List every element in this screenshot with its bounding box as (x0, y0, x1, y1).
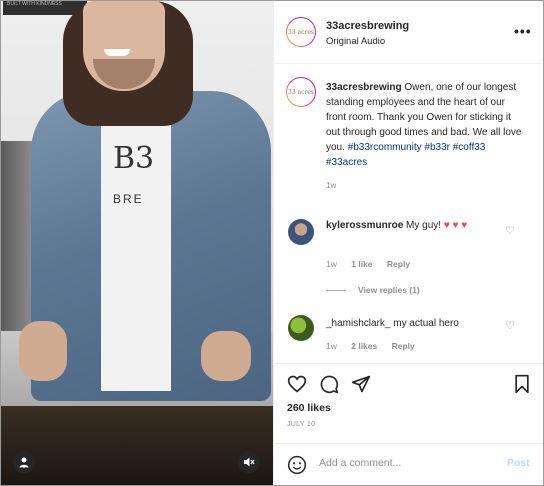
comment-text: My guy! (406, 220, 442, 231)
comment-username[interactable]: kylerossmunroe (326, 220, 403, 231)
view-replies-button[interactable]: View replies (1) (326, 285, 420, 295)
smile (104, 49, 130, 56)
right-hand (201, 331, 251, 381)
left-hand (19, 321, 67, 381)
action-bar: 260 likes JULY 10 Add a comment... Post (274, 363, 543, 485)
heart-emoji: ♥ ♥ ♥ (443, 220, 468, 231)
like-comment-heart-icon[interactable]: ♡ (505, 224, 515, 237)
post-sidebar: 33 acres 33acresbrewing Original Audio •… (273, 1, 543, 485)
commenter-avatar[interactable] (288, 315, 314, 341)
reply-button[interactable]: Reply (387, 259, 410, 269)
comment-bubble-icon[interactable] (319, 374, 339, 394)
shirt-logo: B3 BRE (113, 141, 155, 206)
save-bookmark-icon[interactable] (512, 374, 532, 394)
comment: _hamishclark_ my actual hero (326, 317, 501, 331)
audio-label[interactable]: Original Audio (326, 36, 385, 47)
comment-time[interactable]: 1w (326, 341, 337, 351)
reply-button[interactable]: Reply (392, 341, 415, 351)
author-username[interactable]: 33acresbrewing (326, 20, 409, 32)
comment-meta: 1w 2 likes Reply (326, 341, 427, 351)
view-replies-label: View replies (1) (358, 285, 420, 295)
tagged-user-button[interactable] (13, 451, 35, 473)
comment-meta: 1w 1 like Reply (326, 259, 422, 269)
comment-time[interactable]: 1w (326, 259, 337, 269)
caption: 33acresbrewing Owen, one of our longest … (326, 80, 526, 193)
caption-time[interactable]: 1w (326, 178, 526, 193)
add-comment-bar: Add a comment... Post (274, 443, 543, 485)
emoji-smiley-icon[interactable] (287, 455, 307, 475)
post-comment-button[interactable]: Post (507, 457, 530, 469)
comment-likes[interactable]: 2 likes (351, 341, 377, 351)
commenter-avatar[interactable] (288, 219, 314, 245)
video-foreground (1, 406, 273, 485)
comment-text: my actual hero (393, 318, 459, 329)
like-heart-icon[interactable] (287, 374, 307, 394)
post-date[interactable]: JULY 10 (287, 421, 315, 428)
caption-username[interactable]: 33acresbrewing (326, 82, 402, 93)
comment-username[interactable]: _hamishclark_ (326, 318, 390, 329)
share-paper-plane-icon[interactable] (351, 374, 371, 394)
instagram-post-modal: BUILT WITH KINDNESS B3 BRE 33 acres 33acr… (0, 0, 544, 486)
caption-avatar-logo: 33 acres (287, 78, 315, 106)
mute-button[interactable] (238, 451, 260, 473)
user-icon (19, 457, 29, 468)
speaker-muted-icon (244, 457, 255, 467)
comment-likes[interactable]: 1 like (351, 259, 372, 269)
more-options-button[interactable]: ••• (514, 23, 532, 39)
post-video[interactable]: BUILT WITH KINDNESS B3 BRE (1, 1, 273, 485)
post-header: 33 acres 33acresbrewing Original Audio •… (274, 1, 543, 64)
comment: kylerossmunroe My guy! ♥ ♥ ♥ (326, 219, 501, 233)
add-comment-input[interactable]: Add a comment... (319, 457, 401, 469)
like-comment-heart-icon[interactable]: ♡ (505, 319, 515, 332)
replies-line (326, 290, 346, 292)
author-avatar-logo: 33 acres (287, 18, 315, 46)
author-avatar[interactable]: 33 acres (286, 17, 316, 47)
likes-count[interactable]: 260 likes (287, 402, 331, 414)
caption-avatar[interactable]: 33 acres (286, 77, 316, 107)
caption-hashtags[interactable]: #b33rcommunity #b33r #coff33 #33acres (326, 142, 485, 168)
